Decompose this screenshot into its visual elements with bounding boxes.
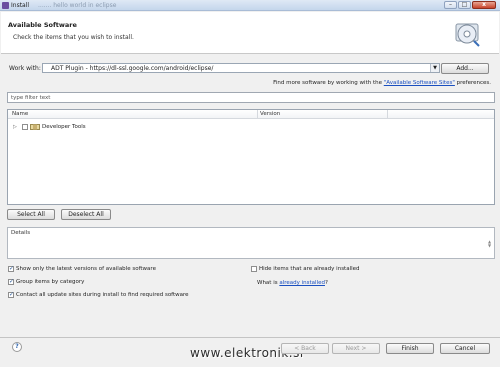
- available-sites-hint: Find more software by working with the "…: [273, 80, 491, 86]
- wizard-header: Available Software Check the items that …: [1, 12, 499, 54]
- page-title: Available Software: [8, 21, 77, 29]
- expand-chevron-icon[interactable]: ▷: [13, 124, 17, 130]
- column-separator[interactable]: [387, 110, 388, 119]
- what-is-prefix: What is: [257, 280, 280, 286]
- add-site-button[interactable]: Add...: [441, 63, 489, 74]
- already-installed-link[interactable]: already installed: [279, 280, 325, 286]
- page-description: Check the items that you wish to install…: [13, 34, 134, 41]
- finish-button[interactable]: Finish: [386, 343, 434, 354]
- eclipse-app-icon: [2, 2, 9, 9]
- hide-installed-checkbox[interactable]: [251, 266, 257, 272]
- help-icon[interactable]: ?: [12, 342, 22, 352]
- window-ghost-title: ....... hello world in eclipse: [38, 2, 117, 9]
- row-checkbox[interactable]: [22, 124, 28, 130]
- column-name[interactable]: Name: [12, 111, 28, 117]
- package-icon: [30, 124, 40, 130]
- chevron-down-icon[interactable]: ▼: [430, 64, 439, 72]
- work-with-label: Work with:: [9, 65, 41, 72]
- tree-header: Name Version: [8, 110, 494, 119]
- column-separator[interactable]: [257, 110, 258, 119]
- latest-only-checkbox[interactable]: [8, 265, 14, 272]
- minimize-button[interactable]: –: [444, 1, 457, 9]
- hide-installed-label: Hide items that are already installed: [259, 266, 360, 272]
- window-title: Install: [11, 2, 30, 9]
- window-titlebar[interactable]: Install ....... hello world in eclipse –…: [0, 0, 500, 11]
- what-is-suffix: ?: [324, 280, 328, 286]
- tree-row[interactable]: ▷ Developer Tools: [8, 123, 494, 132]
- back-button[interactable]: < Back: [281, 343, 329, 354]
- details-scroll-icon[interactable]: ▲ ▼: [488, 240, 491, 248]
- footer-divider: [0, 337, 500, 338]
- what-is-installed: What is already installed?: [257, 280, 328, 286]
- install-disc-icon: [455, 23, 480, 47]
- group-by-category-label: Group items by category: [16, 279, 85, 285]
- contact-sites-checkbox[interactable]: [8, 291, 14, 298]
- details-label: Details: [11, 230, 31, 236]
- group-by-category-checkbox[interactable]: [8, 278, 14, 285]
- maximize-button[interactable]: □: [458, 1, 471, 9]
- close-button[interactable]: x: [472, 1, 496, 9]
- hint-suffix: preferences.: [454, 80, 491, 86]
- available-software-sites-link[interactable]: "Available Software Sites": [384, 80, 455, 86]
- select-all-button[interactable]: Select All: [7, 209, 55, 220]
- column-version[interactable]: Version: [260, 111, 280, 117]
- filter-placeholder: type filter text: [11, 95, 51, 101]
- details-panel: [7, 227, 495, 259]
- deselect-all-button[interactable]: Deselect All: [61, 209, 111, 220]
- latest-only-label: Show only the latest versions of availab…: [16, 266, 156, 272]
- filter-input[interactable]: type filter text: [7, 92, 495, 103]
- work-with-combo[interactable]: ADT Plugin - https://dl-ssl.google.com/a…: [42, 63, 440, 73]
- software-tree[interactable]: Name Version ▷ Developer Tools: [7, 109, 495, 205]
- work-with-value: ADT Plugin - https://dl-ssl.google.com/a…: [51, 65, 214, 72]
- row-name: Developer Tools: [42, 124, 86, 130]
- next-button[interactable]: Next >: [332, 343, 380, 354]
- contact-sites-label: Contact all update sites during install …: [16, 292, 189, 298]
- hint-prefix: Find more software by working with the: [273, 80, 384, 86]
- cancel-button[interactable]: Cancel: [440, 343, 490, 354]
